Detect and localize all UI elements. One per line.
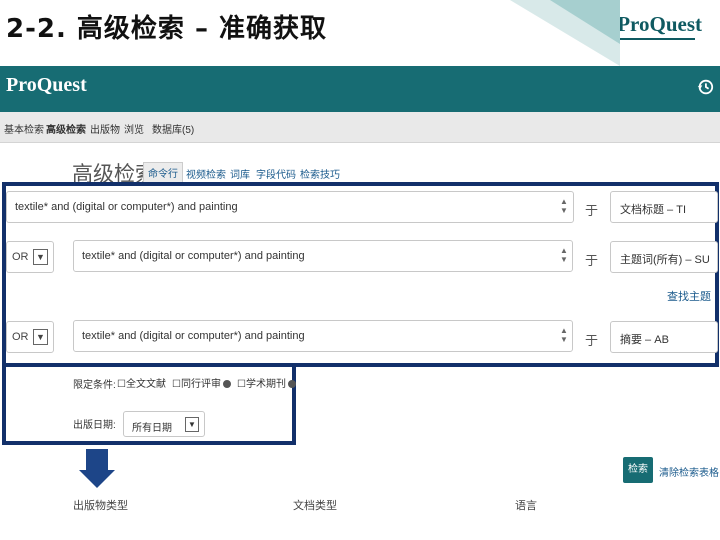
query-1-resize-icon[interactable]: ▲ ▼ [559,197,569,215]
query-input-1[interactable]: textile* and (digital or computer*) and … [6,191,574,223]
limits-label: 限定条件: [73,380,116,391]
app-header: ProQuest [0,66,720,112]
arrow-down-head [79,470,115,488]
nav-browse[interactable]: 浏览 [124,121,144,136]
tab-search-tips[interactable]: 检索技巧 [300,166,340,181]
history-icon[interactable] [696,78,714,96]
logo-text: ProQuest [617,12,702,36]
logo-underline [617,38,696,40]
query-input-3[interactable]: textile* and (digital or computer*) and … [73,320,573,352]
nav-databases[interactable]: 数据库(5) [152,121,194,136]
connector-3: 于 [585,333,599,348]
query-input-2[interactable]: textile* and (digital or computer*) and … [73,240,573,272]
field-select-1[interactable]: 文档标题 – TI [610,191,718,223]
main-nav: 基本检索 高级检索 出版物 浏览 数据库(5) [0,112,720,143]
operator-select-3[interactable]: OR ▼ [6,321,54,353]
clear-form-link[interactable]: 清除检索表格 [659,464,719,479]
connector-2: 于 [585,253,599,268]
operator-value-3: OR [12,331,29,343]
corner-decoration [510,0,620,66]
date-select[interactable]: 所有日期 ▼ [123,411,205,437]
operator-value-2: OR [12,251,29,263]
arrow-down-icon [86,449,108,471]
chevron-down-icon[interactable]: ▼ [33,249,48,265]
nav-publications[interactable]: 出版物 [90,121,120,136]
limit-peer-reviewed-label: 同行评审 [180,379,221,390]
tab-field-codes[interactable]: 字段代码 [256,166,296,181]
info-icon[interactable] [287,380,296,389]
limit-full-text-label: 全文文献 [125,379,166,390]
operator-select-2[interactable]: OR ▼ [6,241,54,273]
chevron-down-icon[interactable]: ▼ [33,329,48,345]
date-select-value: 所有日期 [132,423,172,434]
slide-title: 2-2. 高级检索 – 准确获取 [6,14,328,44]
app-brand[interactable]: ProQuest [6,74,87,97]
limit-full-text[interactable]: ☐全文文献 [117,375,166,390]
limit-scholarly-journals[interactable]: ☐学术期刊 [237,375,296,390]
query-3-resize-icon[interactable]: ▲ ▼ [559,326,569,344]
info-icon[interactable] [222,380,231,389]
connector-1: 于 [585,203,599,218]
search-button[interactable]: 检索 [623,457,653,483]
section-language: 语言 [515,500,537,512]
tab-command-line[interactable]: 命令行 [143,162,183,183]
find-subject-link[interactable]: 查找主题 [667,288,711,304]
query-2-resize-icon[interactable]: ▲ ▼ [559,246,569,264]
limit-scholarly-label: 学术期刊 [245,379,286,390]
section-document-type: 文档类型 [293,500,337,512]
chevron-down-icon[interactable]: ▼ [185,417,199,432]
nav-basic-search[interactable]: 基本检索 [4,121,44,136]
field-select-3[interactable]: 摘要 – AB [610,321,718,353]
field-select-2[interactable]: 主题词(所有) – SU [610,241,718,273]
date-label: 出版日期: [73,420,116,431]
section-publication-type: 出版物类型 [73,500,128,512]
tab-video-search[interactable]: 视频检索 [186,166,226,181]
nav-advanced-search[interactable]: 高级检索 [46,121,86,136]
limit-peer-reviewed[interactable]: ☐同行评审 [172,375,231,390]
proquest-logo: ProQuest [617,12,702,40]
tab-thesaurus[interactable]: 词库 [230,166,250,181]
